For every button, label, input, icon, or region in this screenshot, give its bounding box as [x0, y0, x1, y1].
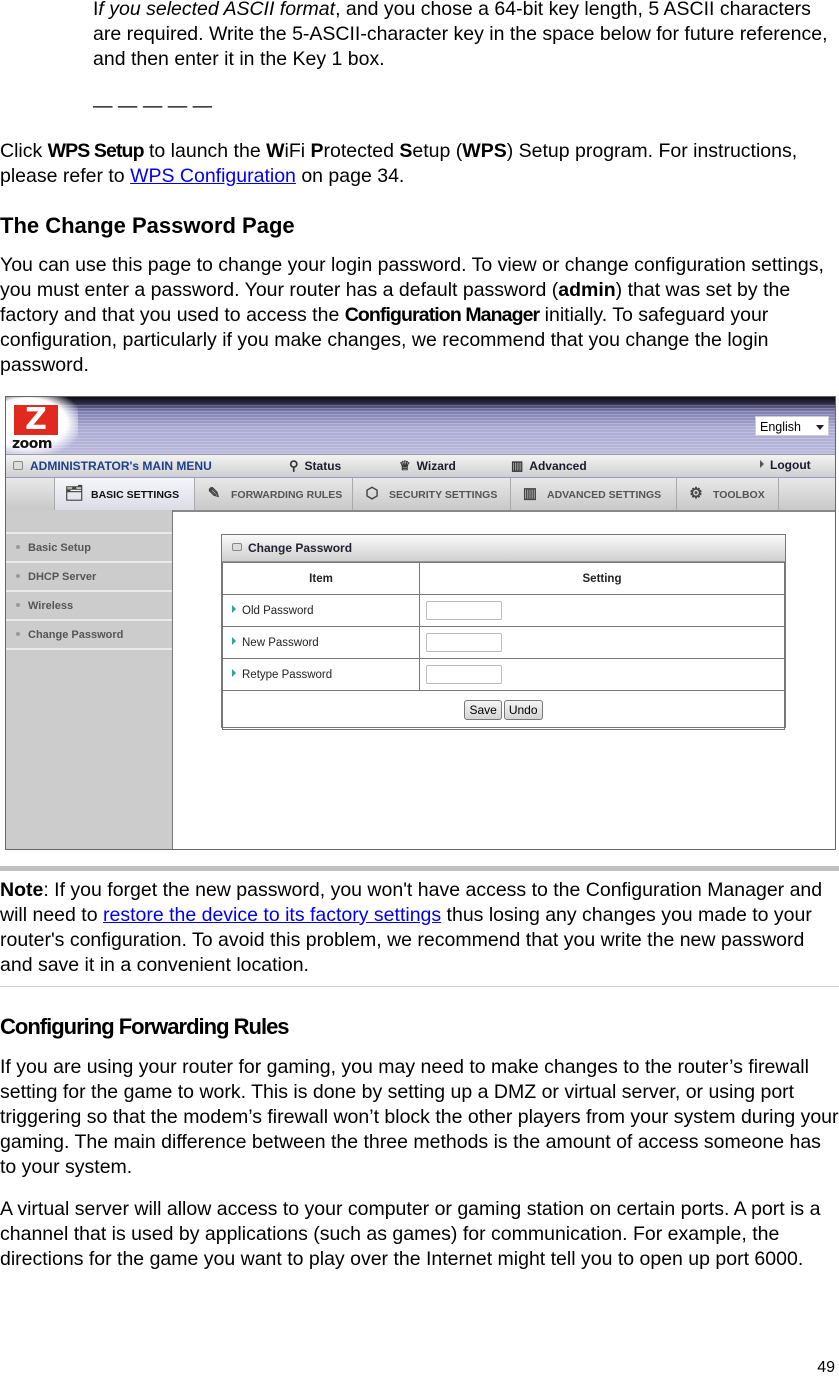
arrow-right-icon: [232, 604, 236, 613]
key-blanks: — — — — —: [93, 95, 213, 117]
save-button[interactable]: Save: [464, 700, 502, 720]
bullet-icon: [16, 545, 20, 549]
menu-square-icon: [13, 461, 23, 470]
panel-header: Change Password: [222, 535, 785, 562]
zoom-logo: Z zoom: [6, 397, 78, 454]
tab-basic-settings[interactable]: 🗂 BASIC SETTINGS: [54, 478, 194, 510]
logo-z-icon: Z: [14, 405, 58, 435]
advanced-book-icon: ▥: [511, 458, 524, 473]
forwarding-paragraph-1: If you are using your router for gaming,…: [0, 1056, 839, 1178]
logout-link[interactable]: Logout: [760, 458, 811, 472]
change-password-heading: The Change Password Page: [0, 213, 295, 238]
old-password-label: Old Password: [222, 594, 420, 627]
language-select[interactable]: English: [755, 416, 829, 436]
table-row: New Password: [222, 626, 785, 659]
router-ui-screenshot: Z zoom English ADMINISTRATOR's MAIN MENU…: [5, 396, 836, 850]
bullet-icon: [16, 574, 20, 578]
tab-toolbox[interactable]: ⚙ TOOLBOX: [676, 478, 779, 510]
sidebar-item-basic-setup[interactable]: Basic Setup: [6, 532, 172, 560]
note-paragraph: Note: If you forget the new password, yo…: [0, 879, 823, 976]
column-header-setting: Setting: [419, 562, 785, 595]
logo-wordmark: zoom: [12, 436, 52, 452]
wps-paragraph: Click WPS Setup to launch the WiFi Prote…: [0, 140, 798, 187]
logout-arrow-icon: [760, 460, 764, 468]
new-password-input[interactable]: [426, 633, 502, 652]
menu-item-advanced[interactable]: ▥ Advanced: [511, 458, 587, 474]
table-header-row: Item Setting: [222, 562, 785, 595]
section-divider-thick: [0, 866, 839, 871]
toolbox-icon: ⚙: [689, 485, 703, 502]
panel-square-icon: [232, 543, 242, 551]
tab-advanced-settings[interactable]: ▥ ADVANCED SETTINGS: [510, 478, 676, 510]
page-number: 49: [817, 1359, 835, 1376]
forwarding-rules-heading: Configuring Forwarding Rules: [0, 1014, 290, 1039]
wizard-icon: ♕: [399, 458, 411, 473]
ascii-format-paragraph: If you selected ASCII format, and you ch…: [93, 0, 828, 70]
table-row: Retype Password: [222, 658, 785, 691]
menu-item-status[interactable]: ⚲ Status: [289, 458, 341, 474]
column-header-item: Item: [222, 562, 420, 595]
wps-configuration-link[interactable]: WPS Configuration: [130, 165, 296, 187]
retype-password-input[interactable]: [426, 665, 502, 684]
restore-factory-settings-link[interactable]: restore the device to its factory settin…: [103, 904, 441, 926]
sidebar: Basic Setup DHCP Server Wireless Change …: [6, 510, 173, 849]
chevron-down-icon: [816, 425, 824, 430]
forwarding-icon: ✎: [207, 485, 221, 502]
bullet-icon: [16, 632, 20, 636]
sidebar-divider: [6, 648, 172, 650]
button-row: Save Undo: [222, 690, 785, 730]
change-password-paragraph: You can use this page to change your log…: [0, 254, 824, 376]
bullet-icon: [16, 603, 20, 607]
change-password-table: Item Setting Old Password New Password R…: [222, 562, 785, 730]
arrow-right-icon: [232, 636, 236, 645]
status-person-icon: ⚲: [289, 458, 299, 473]
change-password-panel: Change Password Item Setting Old Passwor…: [221, 534, 786, 730]
settings-tab-bar: 🗂 BASIC SETTINGS ✎ FORWARDING RULES ⬡ SECUR…: [6, 478, 835, 512]
menu-item-wizard[interactable]: ♕ Wizard: [399, 458, 456, 474]
table-row: Old Password: [222, 594, 785, 627]
forwarding-paragraph-2: A virtual server will allow access to yo…: [0, 1198, 821, 1270]
section-divider-thin: [0, 986, 839, 987]
new-password-label: New Password: [222, 626, 420, 659]
retype-password-label: Retype Password: [222, 658, 420, 691]
router-banner: Z zoom English: [6, 397, 835, 454]
tab-forwarding-rules[interactable]: ✎ FORWARDING RULES: [194, 478, 352, 510]
tab-security-settings[interactable]: ⬡ SECURITY SETTINGS: [352, 478, 510, 510]
book-icon: ▥: [522, 485, 538, 502]
sidebar-item-change-password[interactable]: Change Password: [6, 619, 172, 647]
undo-button[interactable]: Undo: [503, 700, 543, 720]
arrow-right-icon: [232, 668, 236, 677]
nut-icon: ⬡: [365, 485, 379, 502]
banner-stripes: [6, 405, 835, 454]
folder-icon: 🗂: [64, 485, 84, 502]
main-menu-bar: ADMINISTRATOR's MAIN MENU ⚲ Status ♕ Wizar…: [6, 454, 835, 479]
sidebar-item-dhcp-server[interactable]: DHCP Server: [6, 561, 172, 589]
old-password-input[interactable]: [426, 601, 502, 620]
sidebar-item-wireless[interactable]: Wireless: [6, 590, 172, 618]
main-menu-title: ADMINISTRATOR's MAIN MENU: [30, 459, 212, 473]
wps-setup-term: WPS Setup: [47, 140, 145, 162]
